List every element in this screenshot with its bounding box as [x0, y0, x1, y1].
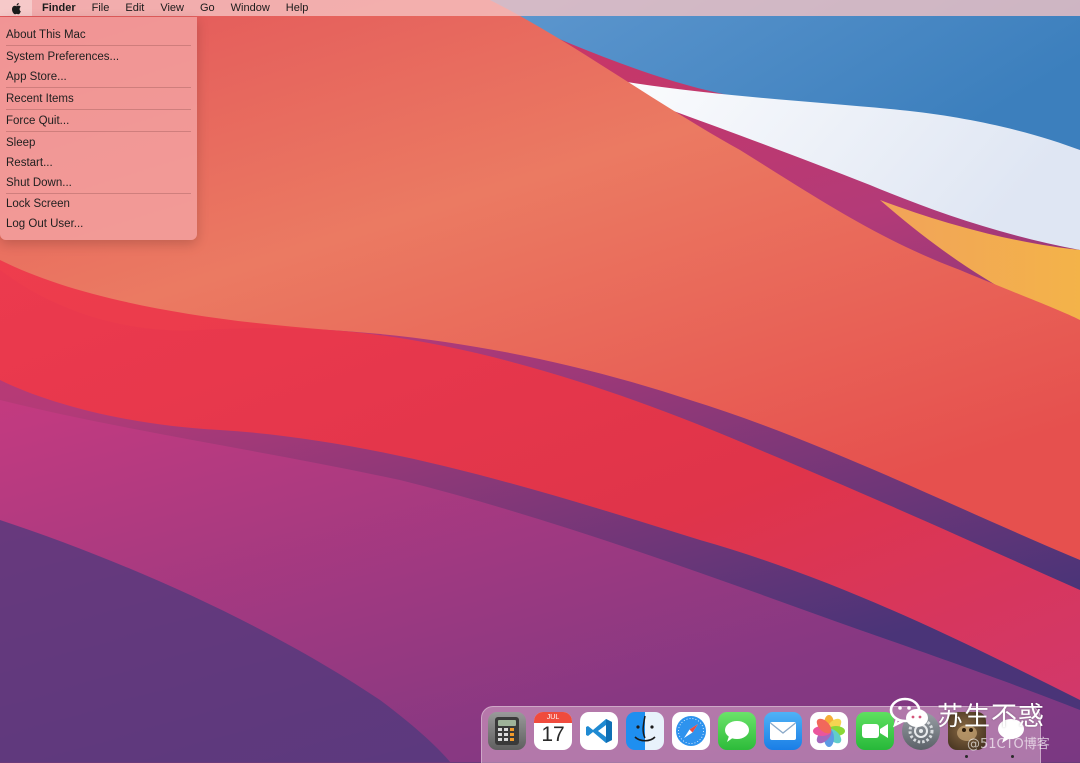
menu-item-sleep[interactable]: Sleep: [6, 136, 35, 150]
photos-icon[interactable]: [810, 712, 848, 750]
apple-logo-icon[interactable]: [0, 0, 32, 16]
safari-icon[interactable]: [672, 712, 710, 750]
menu-edit[interactable]: Edit: [117, 0, 152, 16]
menu-file[interactable]: File: [84, 0, 118, 16]
menu-item-log-out[interactable]: Log Out User...: [6, 217, 83, 231]
menu-go[interactable]: Go: [192, 0, 223, 16]
menu-item-about-this-mac[interactable]: About This Mac: [6, 28, 86, 42]
calculator-icon[interactable]: [488, 712, 526, 750]
running-indicator: [1011, 755, 1014, 758]
menu-window[interactable]: Window: [223, 0, 278, 16]
menu-item-recent-items[interactable]: Recent Items: [6, 92, 74, 106]
menu-separator: [6, 131, 191, 132]
calendar-day: 17: [541, 723, 565, 746]
apple-menu: About This Mac System Preferences... App…: [0, 17, 197, 240]
watermark-author: 苏生不惑: [937, 702, 1046, 732]
watermark-blog: @51CTO博客: [967, 737, 1050, 752]
menu-separator: [6, 109, 191, 110]
menu-item-system-preferences[interactable]: System Preferences...: [6, 50, 119, 64]
menu-finder[interactable]: Finder: [32, 0, 84, 16]
menu-separator: [6, 87, 191, 88]
menu-item-app-store[interactable]: App Store...: [6, 70, 67, 84]
menu-item-restart[interactable]: Restart...: [6, 156, 53, 170]
menu-view[interactable]: View: [152, 0, 192, 16]
mail-icon[interactable]: [764, 712, 802, 750]
menu-bar: Finder File Edit View Go Window Help: [0, 0, 1080, 16]
running-indicator: [965, 755, 968, 758]
calendar-icon[interactable]: JUL 17: [534, 712, 572, 750]
wechat-watermark-icon: [889, 697, 928, 728]
menu-item-lock-screen[interactable]: Lock Screen: [6, 197, 70, 211]
messages-icon[interactable]: [718, 712, 756, 750]
menu-help[interactable]: Help: [278, 0, 317, 16]
vscode-icon[interactable]: [580, 712, 618, 750]
menu-item-force-quit[interactable]: Force Quit...: [6, 114, 69, 128]
menu-separator: [6, 45, 191, 46]
calendar-month: JUL: [534, 712, 572, 723]
menu-separator: [6, 193, 191, 194]
finder-icon[interactable]: [626, 712, 664, 750]
menu-item-shut-down[interactable]: Shut Down...: [6, 176, 72, 190]
